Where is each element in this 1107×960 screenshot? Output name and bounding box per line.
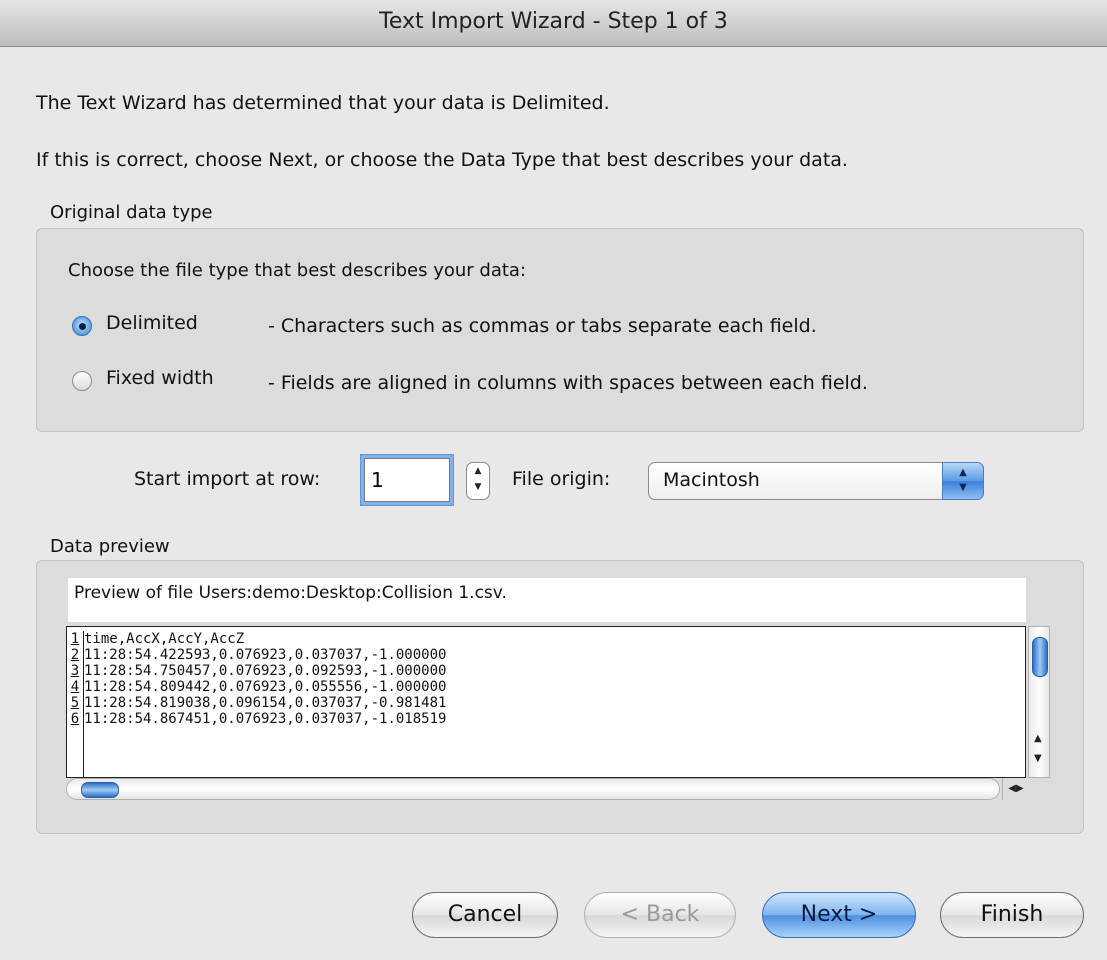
- preview-line: 6 11:28:54.867451,0.076923,0.037037,-1.01…: [67, 711, 446, 727]
- preview-line-number: 5: [67, 695, 84, 711]
- preview-line-text: 11:28:54.819038,0.096154,0.037037,-0.981…: [84, 695, 447, 711]
- horizontal-scroll-arrows[interactable]: ◀▶: [1002, 778, 1029, 800]
- preview-line-text: 11:28:54.867451,0.076923,0.037037,-1.018…: [84, 711, 447, 727]
- preview-line: 3 11:28:54.750457,0.076923,0.092593,-1.00…: [67, 663, 446, 679]
- preview-line: 1 time,AccX,AccY,AccZ: [67, 631, 244, 647]
- file-origin-value: Macintosh: [663, 469, 760, 491]
- preview-line-text: 11:28:54.809442,0.076923,0.055556,-1.000…: [84, 679, 447, 695]
- radio-delimited-description: - Characters such as commas or tabs sepa…: [268, 315, 817, 337]
- data-preview-group-label: Data preview: [50, 536, 170, 557]
- preview-line-number: 2: [67, 647, 84, 663]
- preview-line-text: 11:28:54.750457,0.076923,0.092593,-1.000…: [84, 663, 447, 679]
- back-button[interactable]: < Back: [584, 892, 736, 938]
- preview-line-number: 1: [67, 631, 84, 647]
- stepper-arrows-icon: ▲ ▼: [474, 466, 482, 492]
- next-button[interactable]: Next >: [762, 892, 916, 938]
- preview-horizontal-scrollbar[interactable]: [66, 778, 1000, 800]
- horizontal-scroll-thumb[interactable]: [81, 782, 119, 798]
- radio-fixed-width-button[interactable]: [72, 371, 92, 391]
- radio-fixed-width-label[interactable]: Fixed width: [106, 367, 214, 389]
- window-title: Text Import Wizard - Step 1 of 3: [0, 0, 1107, 47]
- intro-line-1: The Text Wizard has determined that your…: [36, 92, 610, 114]
- start-row-input[interactable]: [364, 458, 450, 502]
- scroll-down-arrow-icon[interactable]: ▼: [1034, 753, 1042, 764]
- preview-text-area[interactable]: 1 time,AccX,AccY,AccZ 2 11:28:54.422593,0.…: [66, 626, 1026, 778]
- finish-button[interactable]: Finish: [940, 892, 1084, 938]
- preview-line-number: 6: [67, 711, 84, 727]
- scroll-right-arrow-icon[interactable]: ▶: [1016, 783, 1024, 794]
- preview-file-header: Preview of file Users:demo:Desktop:Colli…: [68, 578, 1026, 622]
- preview-vertical-scrollbar[interactable]: ▲ ▼: [1028, 626, 1050, 778]
- preview-line: 5 11:28:54.819038,0.096154,0.037037,-0.98…: [67, 695, 446, 711]
- scroll-left-arrow-icon[interactable]: ◀: [1008, 783, 1016, 794]
- file-origin-select[interactable]: Macintosh ▲ ▼: [648, 462, 984, 500]
- preview-line-text: time,AccX,AccY,AccZ: [84, 631, 245, 647]
- preview-line-text: 11:28:54.422593,0.076923,0.037037,-1.000…: [84, 647, 447, 663]
- file-origin-label: File origin:: [512, 468, 611, 490]
- vertical-scroll-thumb[interactable]: [1032, 637, 1048, 677]
- original-type-group-label: Original data type: [50, 202, 213, 223]
- preview-line: 4 11:28:54.809442,0.076923,0.055556,-1.00…: [67, 679, 446, 695]
- cancel-button[interactable]: Cancel: [412, 892, 558, 938]
- line-number-divider: [83, 727, 84, 777]
- file-type-prompt: Choose the file type that best describes…: [68, 260, 527, 281]
- preview-line-number: 4: [67, 679, 84, 695]
- start-row-stepper[interactable]: ▲ ▼: [466, 462, 490, 500]
- start-row-label: Start import at row:: [134, 468, 321, 490]
- popup-arrows-icon: ▲ ▼: [942, 462, 984, 500]
- preview-line: 2 11:28:54.422593,0.076923,0.037037,-1.00…: [67, 647, 446, 663]
- preview-line-number: 3: [67, 663, 84, 679]
- radio-delimited-button[interactable]: [72, 316, 92, 336]
- scroll-up-arrow-icon[interactable]: ▲: [1034, 733, 1042, 744]
- intro-line-2: If this is correct, choose Next, or choo…: [36, 149, 848, 171]
- radio-delimited-label[interactable]: Delimited: [106, 312, 198, 334]
- radio-fixed-width-description: - Fields are aligned in columns with spa…: [268, 372, 868, 394]
